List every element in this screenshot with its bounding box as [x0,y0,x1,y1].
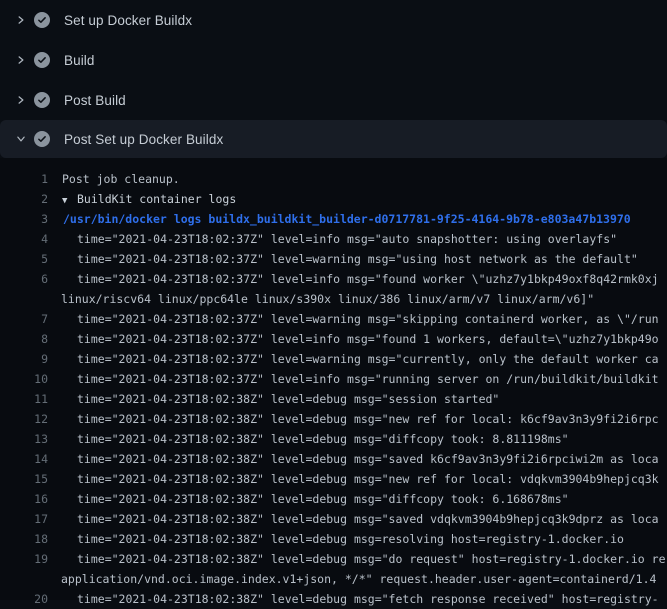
step-label: Set up Docker Buildx [64,13,192,28]
log-line-text: time="2021-04-23T18:02:38Z" level=debug … [48,529,624,549]
log-line-text: time="2021-04-23T18:02:37Z" level=info m… [48,269,659,289]
line-number-link[interactable]: 19 [0,549,48,569]
line-number-link[interactable]: 7 [0,309,48,329]
step-row-post-set-up-docker-buildx[interactable]: Post Set up Docker Buildx [0,120,667,158]
step-label: Build [64,53,95,68]
line-number-link[interactable] [0,569,48,589]
line-number-link[interactable]: 5 [0,249,48,269]
log-line-text: time="2021-04-23T18:02:38Z" level=debug … [48,429,569,449]
log-line-text: time="2021-04-23T18:02:37Z" level=warnin… [48,309,659,329]
log-line: 9 time="2021-04-23T18:02:37Z" level=warn… [0,349,667,369]
log-line: linux/riscv64 linux/ppc64le linux/s390x … [0,289,667,309]
log-line-text: time="2021-04-23T18:02:38Z" level=debug … [48,509,659,529]
log-line: 8 time="2021-04-23T18:02:37Z" level=info… [0,329,667,349]
line-number-link[interactable]: 2 [0,189,48,209]
log-line-text: ▼BuildKit container logs [48,189,236,209]
line-number-link[interactable]: 4 [0,229,48,249]
line-number-link[interactable] [0,289,48,309]
log-line-text: time="2021-04-23T18:02:38Z" level=debug … [48,489,569,509]
line-number-link[interactable]: 8 [0,329,48,349]
line-number-link[interactable]: 14 [0,449,48,469]
step-row-build[interactable]: Build [0,40,667,80]
line-number-link[interactable]: 20 [0,589,48,609]
log-line-text: time="2021-04-23T18:02:38Z" level=debug … [48,589,659,609]
line-number-link[interactable]: 18 [0,529,48,549]
log-line: 14 time="2021-04-23T18:02:38Z" level=deb… [0,449,667,469]
log-line-text: linux/riscv64 linux/ppc64le linux/s390x … [48,289,594,309]
log-line: 16 time="2021-04-23T18:02:38Z" level=deb… [0,489,667,509]
log-line-text: time="2021-04-23T18:02:37Z" level=info m… [48,329,659,349]
chevron-right-icon[interactable] [16,95,26,105]
log-line-text: time="2021-04-23T18:02:38Z" level=debug … [48,469,659,489]
line-number-link[interactable]: 13 [0,429,48,449]
log-line-text: time="2021-04-23T18:02:37Z" level=info m… [48,229,617,249]
log-line: 15 time="2021-04-23T18:02:38Z" level=deb… [0,469,667,489]
job-steps-pane: Set up Docker Buildx Build Post Build Po… [0,0,667,158]
log-line-text: time="2021-04-23T18:02:38Z" level=debug … [48,389,499,409]
log-line: 10 time="2021-04-23T18:02:37Z" level=inf… [0,369,667,389]
line-number-link[interactable]: 3 [0,209,48,229]
log-line: 3 /usr/bin/docker logs buildx_buildkit_b… [0,209,667,229]
step-label: Post Build [64,93,126,108]
check-circle-icon [34,12,50,28]
log-line: 18 time="2021-04-23T18:02:38Z" level=deb… [0,529,667,549]
log-line: application/vnd.oci.image.index.v1+json,… [0,569,667,589]
step-log-output: 1 Post job cleanup. 2 ▼BuildKit containe… [0,158,667,600]
group-collapse-triangle-icon[interactable]: ▼ [62,191,77,209]
log-line[interactable]: 2 ▼BuildKit container logs [0,189,667,209]
log-line: 7 time="2021-04-23T18:02:37Z" level=warn… [0,309,667,329]
log-line: 17 time="2021-04-23T18:02:38Z" level=deb… [0,509,667,529]
log-line-text: time="2021-04-23T18:02:38Z" level=debug … [48,549,666,569]
log-line: 5 time="2021-04-23T18:02:37Z" level=warn… [0,249,667,269]
log-line: 19 time="2021-04-23T18:02:38Z" level=deb… [0,549,667,569]
step-row-set-up-docker-buildx[interactable]: Set up Docker Buildx [0,0,667,40]
check-circle-icon [34,131,50,147]
chevron-right-icon[interactable] [16,55,26,65]
line-number-link[interactable]: 6 [0,269,48,289]
log-line: 12 time="2021-04-23T18:02:38Z" level=deb… [0,409,667,429]
log-line: 13 time="2021-04-23T18:02:38Z" level=deb… [0,429,667,449]
chevron-right-icon[interactable] [16,15,26,25]
log-line: 11 time="2021-04-23T18:02:38Z" level=deb… [0,389,667,409]
step-row-post-build[interactable]: Post Build [0,80,667,120]
log-line: 1 Post job cleanup. [0,169,667,189]
check-circle-icon [34,52,50,68]
line-number-link[interactable]: 11 [0,389,48,409]
chevron-down-icon[interactable] [16,134,26,144]
line-number-link[interactable]: 10 [0,369,48,389]
log-line: 20 time="2021-04-23T18:02:38Z" level=deb… [0,589,667,609]
line-number-link[interactable]: 12 [0,409,48,429]
line-number-link[interactable]: 9 [0,349,48,369]
log-line: 4 time="2021-04-23T18:02:37Z" level=info… [0,229,667,249]
log-line-text: Post job cleanup. [48,169,180,189]
line-number-link[interactable]: 1 [0,169,48,189]
log-line-text: application/vnd.oci.image.index.v1+json,… [48,569,656,589]
line-number-link[interactable]: 17 [0,509,48,529]
log-line-text: time="2021-04-23T18:02:38Z" level=debug … [48,409,659,429]
step-label: Post Set up Docker Buildx [64,132,223,147]
line-number-link[interactable]: 16 [0,489,48,509]
log-line-text: time="2021-04-23T18:02:37Z" level=warnin… [48,249,638,269]
log-line-text: time="2021-04-23T18:02:37Z" level=info m… [48,369,659,389]
check-circle-icon [34,92,50,108]
line-number-link[interactable]: 15 [0,469,48,489]
log-line: 6 time="2021-04-23T18:02:37Z" level=info… [0,269,667,289]
log-line-text: time="2021-04-23T18:02:37Z" level=warnin… [48,349,659,369]
log-line-text: time="2021-04-23T18:02:38Z" level=debug … [48,449,659,469]
log-line-text: /usr/bin/docker logs buildx_buildkit_bui… [48,209,631,229]
